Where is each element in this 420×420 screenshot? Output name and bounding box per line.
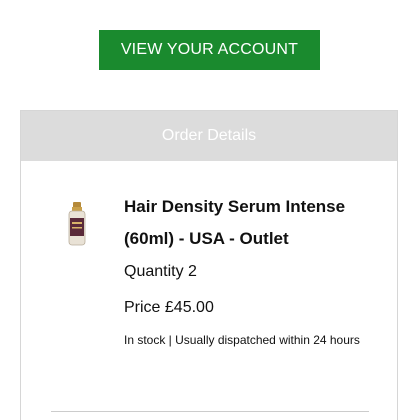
product-name[interactable]: Hair Density Serum Intense (60ml) - USA … bbox=[124, 191, 384, 255]
divider bbox=[51, 411, 369, 412]
order-details-card: Order Details Hair Density Serum Intense… bbox=[20, 110, 398, 420]
view-account-button[interactable]: VIEW YOUR ACCOUNT bbox=[99, 30, 320, 70]
stock-status: In stock | Usually dispatched within 24 … bbox=[124, 333, 360, 347]
product-price: Price £45.00 bbox=[124, 299, 214, 316]
page: VIEW YOUR ACCOUNT Order Details Hair Den… bbox=[0, 0, 420, 420]
product-quantity: Quantity 2 bbox=[124, 263, 197, 280]
order-details-header: Order Details bbox=[21, 111, 397, 161]
product-bottle-icon[interactable] bbox=[67, 202, 87, 246]
order-details-title: Order Details bbox=[161, 127, 257, 144]
